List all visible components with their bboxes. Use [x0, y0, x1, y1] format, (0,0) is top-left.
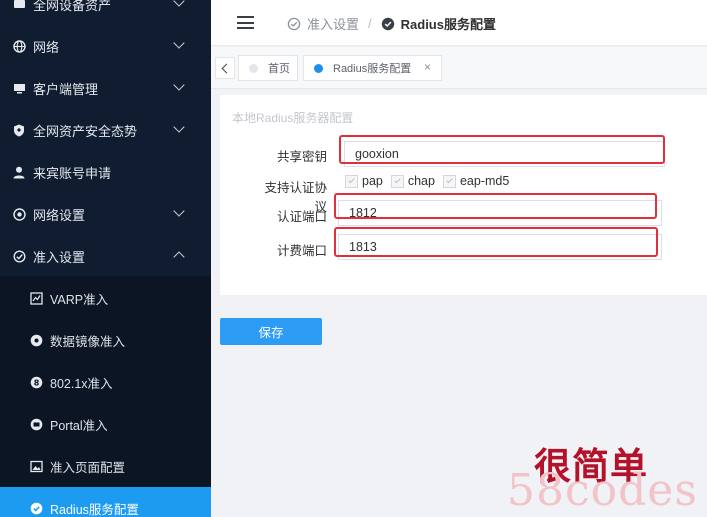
chevron-down-icon [173, 37, 185, 49]
globe-icon [12, 39, 26, 53]
chevron-left-icon [221, 63, 232, 73]
sidebar-subitem-8021x[interactable]: 8 802.1x准入 [0, 361, 211, 403]
checkbox-box [442, 174, 456, 188]
breadcrumb-current: Radius服务配置 [381, 14, 496, 33]
chevron-down-icon [173, 205, 185, 217]
sidebar-item-access-settings[interactable]: 准入设置 [0, 235, 211, 277]
tab-home[interactable]: 首页 [238, 55, 298, 81]
sidebar-item-device-assets[interactable]: 全网设备资产 [0, 0, 211, 25]
checkbox-label: chap [407, 174, 435, 188]
tabs-scroll-left-button[interactable] [215, 57, 235, 79]
sidebar: 全网设备资产 网络 客户端管理 全网资产安全态势 来宾账号申请 网络设置 准入设… [0, 0, 211, 517]
acct-port-label: 计费端口 [276, 244, 327, 258]
checkbox-box [345, 174, 358, 188]
sidebar-item-label: 准入设置 [33, 249, 86, 265]
chart-icon [29, 291, 43, 305]
breadcrumb-label: 准入设置 [307, 17, 360, 32]
close-icon[interactable]: × [424, 60, 431, 74]
protocol-checkboxes: pap chap eap-md5 [345, 174, 517, 188]
menu-toggle-icon[interactable] [237, 16, 254, 29]
sidebar-item-network[interactable]: 网络 [0, 25, 211, 67]
checkbox-chap[interactable]: chap [390, 174, 435, 188]
breadcrumb: 准入设置 / Radius服务配置 [287, 14, 496, 33]
sidebar-item-label: 网络 [33, 39, 60, 55]
sidebar-subitem-label: VARP准入 [50, 292, 109, 307]
svg-text:8: 8 [33, 378, 39, 387]
sidebar-item-label: 全网资产安全态势 [33, 123, 138, 139]
checkbox-box [390, 174, 404, 188]
auth-port-label: 认证端口 [276, 210, 327, 224]
sidebar-subitem-varp[interactable]: VARP准入 [0, 277, 211, 319]
watermark-en: 58codes [507, 465, 698, 516]
tab-label: 首页 [268, 63, 290, 75]
sidebar-subitem-access-page[interactable]: 准入页面配置 [0, 445, 211, 487]
tabs-bar: 首页 Radius服务配置 × [211, 47, 707, 89]
tab-radius-config[interactable]: Radius服务配置 × [303, 55, 442, 81]
checkbox-label: pap [362, 174, 383, 188]
chevron-down-icon [173, 79, 185, 91]
monitor-icon [12, 81, 26, 95]
sidebar-item-label: 全网设备资产 [33, 0, 112, 13]
user-icon [12, 165, 26, 179]
chevron-up-icon [173, 251, 185, 263]
check-circle-icon [381, 17, 394, 30]
breadcrumb-separator: / [368, 16, 372, 31]
breadcrumb-label: Radius服务配置 [400, 17, 496, 32]
check-circle-icon [29, 501, 43, 515]
checkbox-label: eap-md5 [459, 174, 510, 188]
sidebar-subitem-data-mirror[interactable]: 数据镜像准入 [0, 319, 211, 361]
network-gear-icon [12, 207, 26, 221]
card-title: 本地Radius服务器配置 [232, 111, 354, 125]
sidebar-subitem-portal[interactable]: Portal准入 [0, 403, 211, 445]
tab-status-dot [314, 63, 323, 73]
sidebar-item-guest-account[interactable]: 来宾账号申请 [0, 151, 211, 193]
sidebar-item-label: 客户端管理 [33, 81, 99, 97]
secret-label: 共享密钥 [276, 150, 327, 164]
sidebar-subitem-label: 准入页面配置 [50, 460, 126, 475]
sidebar-item-security-posture[interactable]: 全网资产安全态势 [0, 109, 211, 151]
top-header: 准入设置 / Radius服务配置 [211, 0, 707, 46]
mirror-icon [29, 333, 43, 347]
image-icon [29, 459, 43, 473]
shield-icon [12, 123, 26, 137]
portal-icon [29, 417, 43, 431]
tab-status-dot [249, 63, 258, 73]
sidebar-subitem-label: 802.1x准入 [50, 376, 113, 391]
devices-icon [12, 0, 26, 11]
tab-label: Radius服务配置 [333, 63, 412, 75]
checkbox-eap-md5[interactable]: eap-md5 [442, 174, 510, 188]
number-8-icon: 8 [29, 375, 43, 389]
sidebar-item-label: 网络设置 [33, 207, 86, 223]
highlight-box-acct-port [334, 227, 658, 257]
sidebar-item-network-settings[interactable]: 网络设置 [0, 193, 211, 235]
sidebar-subitem-label: 数据镜像准入 [50, 334, 126, 349]
checkbox-pap[interactable]: pap [345, 174, 383, 188]
highlight-box-secret [339, 135, 665, 164]
sidebar-item-client-management[interactable]: 客户端管理 [0, 67, 211, 109]
chevron-down-icon [173, 0, 185, 7]
highlight-box-auth-port [334, 193, 657, 219]
sidebar-subitem-label: Radius服务配置 [50, 502, 139, 517]
access-shield-icon [12, 249, 26, 263]
sidebar-subitem-label: Portal准入 [50, 418, 108, 433]
access-shield-icon [287, 17, 301, 30]
breadcrumb-item[interactable]: 准入设置 [287, 14, 359, 33]
chevron-down-icon [173, 121, 185, 133]
sidebar-item-label: 来宾账号申请 [33, 165, 112, 181]
sidebar-subitem-radius[interactable]: Radius服务配置 [0, 487, 211, 517]
save-button[interactable]: 保存 [220, 318, 322, 345]
